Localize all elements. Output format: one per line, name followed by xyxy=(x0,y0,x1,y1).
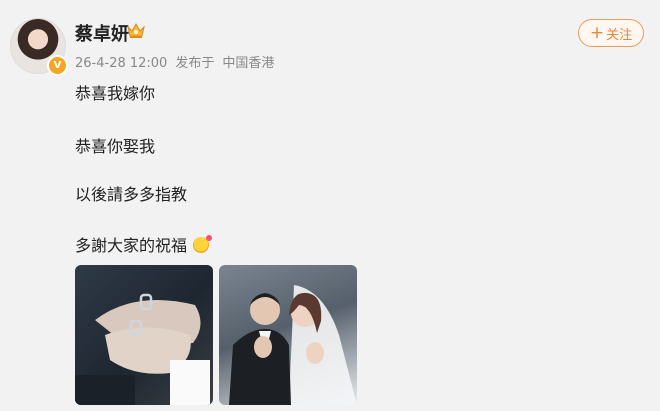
post-timestamp: 26-4-28 12:00 xyxy=(75,56,168,71)
couple-portrait-image xyxy=(229,285,357,405)
follow-button[interactable]: + 关注 xyxy=(578,19,644,47)
username[interactable]: 蔡卓妍 xyxy=(75,20,129,46)
hands-with-rings-image xyxy=(75,293,210,405)
post-line: 恭喜我嫁你 xyxy=(75,84,156,103)
post-source: 发布于 xyxy=(175,56,215,71)
post-photo-couple[interactable] xyxy=(219,265,357,405)
avatar[interactable]: V xyxy=(10,18,68,76)
smiling-face-with-hearts-icon xyxy=(193,235,213,253)
follow-label: 关注 xyxy=(606,27,633,43)
post-meta: 26-4-28 12:00 发布于 中国香港 xyxy=(75,52,282,71)
crown-icon xyxy=(127,22,145,38)
post-location: 中国香港 xyxy=(222,56,275,71)
post-line: 恭喜你娶我 xyxy=(75,137,156,156)
verified-badge-icon: V xyxy=(47,55,68,76)
plus-icon: + xyxy=(589,22,605,43)
post-line: 多謝大家的祝福 xyxy=(75,236,188,255)
post-line-with-emoji: 多謝大家的祝福 xyxy=(75,232,213,256)
post-line: 以後請多多指教 xyxy=(75,185,188,204)
post-photo-rings[interactable] xyxy=(75,265,213,405)
